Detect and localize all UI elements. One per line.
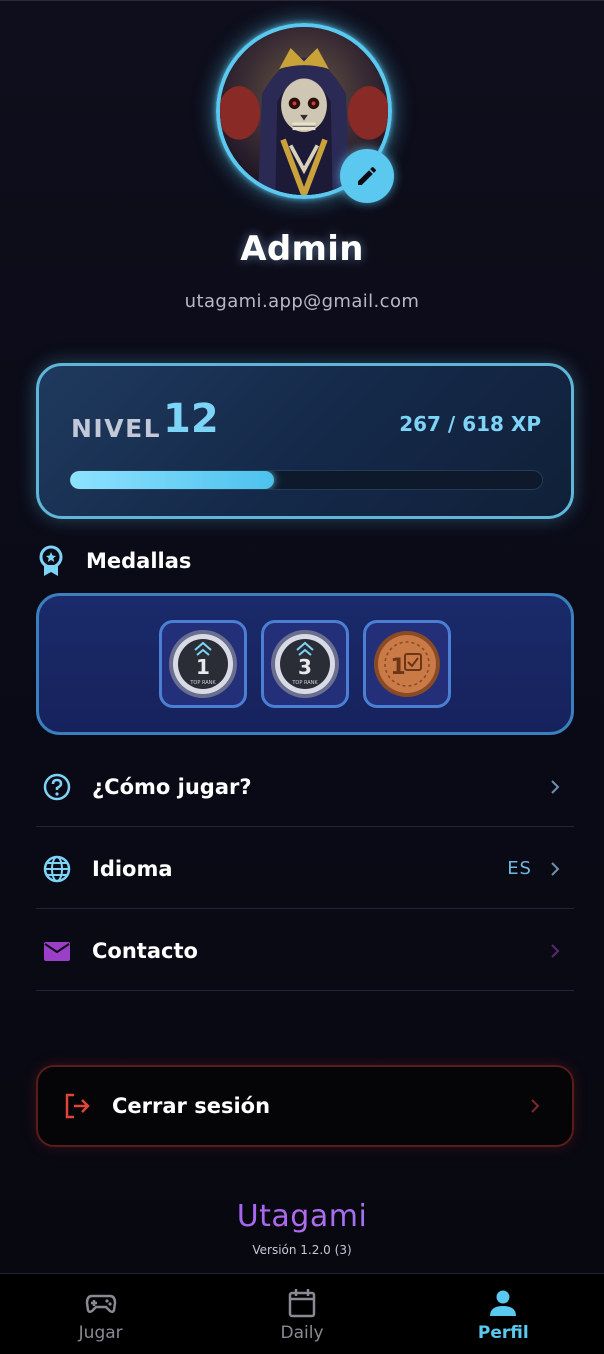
chevron-right-icon bbox=[551, 861, 560, 876]
bronze-medal-number: 1 bbox=[390, 655, 405, 680]
medal-number-3: 3 bbox=[298, 655, 312, 679]
profile-screen: Admin utagami.app@gmail.com NIVEL 12 267… bbox=[0, 0, 604, 1354]
medal-caption-1: TOP RANK bbox=[189, 680, 216, 686]
medals-title: Medallas bbox=[86, 549, 192, 573]
chevron-right-icon bbox=[531, 1099, 540, 1113]
tab-daily-label: Daily bbox=[280, 1322, 324, 1343]
help-circle-icon bbox=[42, 772, 72, 802]
level-label: NIVEL bbox=[71, 414, 162, 443]
tab-jugar[interactable]: Jugar bbox=[0, 1274, 201, 1354]
language-value: ES bbox=[507, 858, 532, 879]
top-rank-3-medal[interactable]: 3 TOP RANK bbox=[261, 620, 349, 708]
chevron-right-icon bbox=[551, 779, 560, 794]
tab-perfil-label: Perfil bbox=[477, 1322, 529, 1343]
chevron-right-icon bbox=[551, 943, 560, 958]
app-version: Versión 1.2.0 (3) bbox=[252, 1243, 352, 1257]
logout-button[interactable]: Cerrar sesión bbox=[36, 1065, 574, 1147]
top-rank-1-medal-icon: 1 TOP RANK bbox=[169, 630, 237, 698]
globe-icon bbox=[42, 854, 72, 884]
menu-language[interactable]: Idioma ES bbox=[36, 829, 574, 909]
profile-email: utagami.app@gmail.com bbox=[184, 291, 420, 312]
level-card: NIVEL 12 267 / 618 XP bbox=[36, 363, 574, 519]
logout-icon bbox=[65, 1093, 90, 1119]
level-value: 12 bbox=[163, 396, 219, 442]
pencil-icon bbox=[358, 166, 377, 185]
tab-jugar-label: Jugar bbox=[78, 1322, 123, 1343]
person-icon bbox=[490, 1290, 517, 1316]
tab-daily[interactable]: Daily bbox=[201, 1274, 402, 1354]
medal-number-1: 1 bbox=[196, 655, 210, 679]
calendar-icon bbox=[288, 1288, 316, 1317]
mail-icon bbox=[42, 936, 72, 966]
gamepad-icon bbox=[85, 1294, 116, 1313]
medals-card: 1 TOP RANK 3 TOP RANK 1 bbox=[36, 593, 574, 735]
edit-avatar-button[interactable] bbox=[340, 149, 394, 203]
xp-text: 267 / 618 XP bbox=[399, 412, 541, 436]
award-badge-icon bbox=[39, 545, 63, 576]
brand-logo: Utagami bbox=[0, 1199, 604, 1234]
medals-header: Medallas bbox=[36, 543, 191, 579]
top-rank-1-medal[interactable]: 1 TOP RANK bbox=[159, 620, 247, 708]
xp-progress-fill bbox=[70, 471, 274, 489]
top-rank-3-medal-icon: 3 TOP RANK bbox=[271, 630, 339, 698]
menu-how-to-play-label: ¿Cómo jugar? bbox=[92, 774, 252, 799]
xp-progress-bar bbox=[69, 470, 543, 490]
tab-perfil[interactable]: Perfil bbox=[403, 1274, 604, 1354]
menu-language-label: Idioma bbox=[92, 856, 173, 881]
profile-name: Admin bbox=[240, 229, 364, 269]
bronze-medal-icon: 1 bbox=[374, 631, 440, 697]
daily-1-bronze-medal[interactable]: 1 bbox=[363, 620, 451, 708]
bottom-navigation: Jugar Daily Perfil bbox=[0, 1273, 604, 1354]
logout-label: Cerrar sesión bbox=[112, 1094, 271, 1118]
avatar-container bbox=[216, 23, 394, 203]
menu-how-to-play[interactable]: ¿Cómo jugar? bbox=[36, 747, 574, 827]
menu-contact-label: Contacto bbox=[92, 938, 198, 963]
menu-contact[interactable]: Contacto bbox=[36, 911, 574, 991]
medal-caption-3: TOP RANK bbox=[291, 680, 318, 686]
